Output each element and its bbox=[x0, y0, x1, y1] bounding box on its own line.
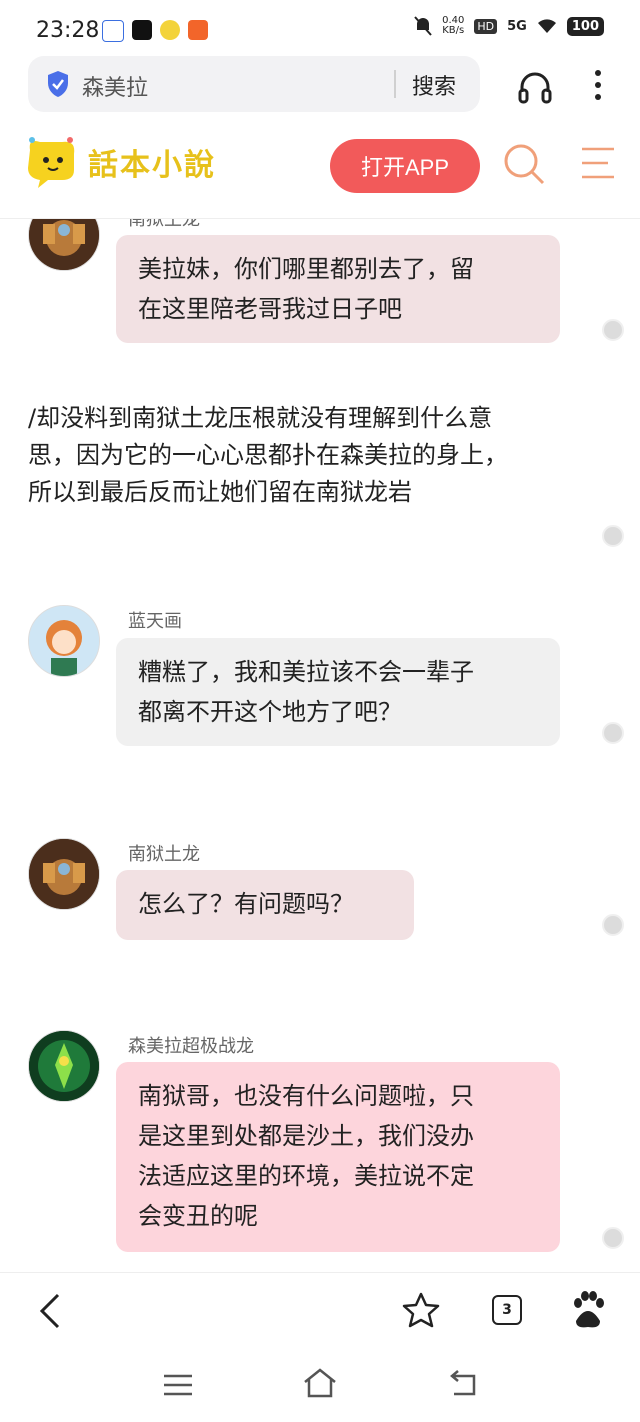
notification-icons bbox=[102, 20, 208, 42]
headphones-icon[interactable] bbox=[516, 68, 554, 106]
avatar bbox=[28, 1030, 100, 1102]
hd-badge: HD bbox=[474, 18, 498, 34]
warrior-dragon-avatar-icon bbox=[29, 1031, 99, 1101]
chat-bubble: 美拉妹，你们哪里都别去了，留 在这里陪老哥我过日子吧 bbox=[116, 235, 560, 343]
chat-line: 怎么了？有问题吗？ bbox=[138, 890, 354, 918]
chat-line: 会变丑的呢 bbox=[138, 1202, 258, 1230]
mute-bell-icon bbox=[414, 16, 432, 36]
network-speed-unit: KB/s bbox=[442, 25, 465, 36]
chat-bubble: 怎么了？有问题吗？ bbox=[116, 870, 414, 940]
speaker-name: 南狱土龙 bbox=[128, 219, 200, 230]
paragraph-comment-dot[interactable] bbox=[602, 525, 624, 547]
paragraph-comment-dot[interactable] bbox=[602, 319, 624, 341]
shop-notification-icon bbox=[188, 20, 208, 40]
wifi-icon bbox=[537, 19, 556, 33]
paragraph-comment-dot[interactable] bbox=[602, 722, 624, 744]
speaker-name: 蓝天画 bbox=[128, 611, 182, 632]
narration-line: 所以到最后反而让她们留在南狱龙岩 bbox=[28, 478, 412, 506]
tabs-icon[interactable]: 3 bbox=[492, 1295, 522, 1325]
baidu-paw-icon[interactable] bbox=[570, 1291, 606, 1329]
browser-bottom-nav: 3 bbox=[0, 1272, 640, 1349]
avatar bbox=[28, 219, 100, 271]
chat-line: 都离不开这个地方了吧？ bbox=[138, 698, 402, 726]
battery-indicator: 100 bbox=[566, 16, 604, 36]
paragraph-comment-dot[interactable] bbox=[602, 914, 624, 936]
avatar bbox=[28, 838, 100, 910]
menu-icon[interactable] bbox=[580, 146, 616, 180]
search-icon[interactable] bbox=[502, 142, 546, 186]
narration-paragraph: /却没料到南狱土龙压根就没有理解到什么意 思，因为它的一心心思都扑在森美拉的身上… bbox=[28, 400, 588, 511]
network-speed: 0.40 KB/s bbox=[442, 16, 464, 36]
chat-line: 是这里到处都是沙土，我们没办 bbox=[138, 1122, 474, 1150]
narration-line: 思，因为它的一心心思都扑在森美拉的身上， bbox=[28, 441, 508, 469]
shield-icon bbox=[48, 71, 68, 97]
paragraph-comment-dot[interactable] bbox=[602, 1227, 624, 1249]
address-query[interactable]: 森美拉 bbox=[82, 70, 148, 102]
more-vertical-icon[interactable] bbox=[590, 68, 606, 104]
search-button[interactable]: 搜索 bbox=[412, 69, 456, 101]
system-nav-bar bbox=[0, 1348, 640, 1422]
star-icon[interactable] bbox=[402, 1291, 440, 1329]
browser-address-row: 森美拉 搜索 bbox=[0, 56, 640, 118]
address-divider bbox=[394, 70, 396, 98]
tiktok-notification-icon bbox=[132, 20, 152, 40]
story-notification-icon bbox=[160, 20, 180, 40]
speaker-name: 森美拉超极战龙 bbox=[128, 1036, 254, 1057]
speaker-name: 南狱土龙 bbox=[128, 844, 200, 865]
chat-line: 南狱哥，也没有什么问题啦，只 bbox=[138, 1082, 474, 1110]
address-bar[interactable]: 森美拉 搜索 bbox=[28, 56, 480, 112]
logo-mascot-icon bbox=[28, 137, 75, 188]
status-bar: 23:28 0.40 KB/s HD 5G 100 bbox=[0, 0, 640, 56]
chat-bubble: 南狱哥，也没有什么问题啦，只 是这里到处都是沙土，我们没办 法适应这里的环境，美… bbox=[116, 1062, 560, 1252]
chat-bubble: 糟糕了，我和美拉该不会一辈子 都离不开这个地方了吧？ bbox=[116, 638, 560, 746]
dragon-avatar-icon bbox=[29, 219, 99, 270]
baidu-notification-icon bbox=[102, 20, 124, 42]
site-header: 話本小說 打开APP bbox=[0, 118, 640, 219]
dragon-avatar-icon bbox=[29, 839, 99, 909]
story-content[interactable]: 南狱土龙 美拉妹，你们哪里都别去了，留 在这里陪老哥我过日子吧 /却没料到南狱土… bbox=[0, 219, 640, 1272]
home-icon[interactable] bbox=[302, 1368, 338, 1398]
back-icon[interactable] bbox=[38, 1293, 62, 1329]
logo-text: 話本小說 bbox=[88, 148, 216, 183]
avatar bbox=[28, 605, 100, 677]
site-logo[interactable]: 話本小說 bbox=[22, 134, 216, 190]
recent-apps-icon[interactable] bbox=[164, 1374, 192, 1396]
narration-line: /却没料到南狱土龙压根就没有理解到什么意 bbox=[28, 404, 493, 432]
girl-avatar-icon bbox=[29, 606, 99, 676]
status-time: 23:28 bbox=[36, 18, 100, 43]
chat-line: 美拉妹，你们哪里都别去了，留 bbox=[138, 255, 474, 283]
chat-line: 在这里陪老哥我过日子吧 bbox=[138, 295, 402, 323]
network-type: 5G bbox=[507, 18, 527, 34]
chat-line: 法适应这里的环境，美拉说不定 bbox=[138, 1162, 474, 1190]
system-back-icon[interactable] bbox=[448, 1370, 478, 1396]
chat-line: 糟糕了，我和美拉该不会一辈子 bbox=[138, 658, 474, 686]
open-app-button[interactable]: 打开APP bbox=[330, 139, 480, 193]
status-indicators: 0.40 KB/s HD 5G 100 bbox=[414, 16, 604, 36]
